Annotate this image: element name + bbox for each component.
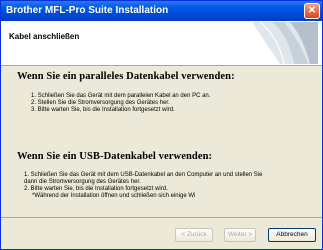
usb-note: *Während der Installation öffnen und sch… <box>32 193 196 199</box>
wizard-footer: < Zurück Weiter > Abbrechen <box>1 217 322 249</box>
parallel-step: 2. Stellen Sie die Stromversorgung des G… <box>31 100 170 106</box>
parallel-step: 3. Bitte warten Sie, bis die Installatio… <box>31 107 175 113</box>
close-icon: ✕ <box>307 5 317 16</box>
parallel-step: 1. Schließen Sie das Gerät mit dem paral… <box>31 93 211 99</box>
next-button[interactable]: Weiter > <box>224 228 256 242</box>
usb-step: 1. Schließen Sie das Gerät mit dem USB-D… <box>24 172 263 178</box>
installer-window: Brother MFL-Pro Suite Installation ✕ Kab… <box>0 0 323 250</box>
cancel-button[interactable]: Abbrechen <box>268 228 316 242</box>
page-title: Kabel anschließen <box>9 32 80 41</box>
close-button[interactable]: ✕ <box>304 3 320 19</box>
window-title: Brother MFL-Pro Suite Installation <box>6 5 169 16</box>
wizard-content: Wenn Sie ein paralleles Datenkabel verwe… <box>1 66 322 216</box>
usb-steps: 1. Schließen Sie das Gerät mit dem USB-D… <box>24 172 314 200</box>
usb-step: dann die Stromversorgung des Gerätes her… <box>24 179 141 185</box>
installer-graphic-icon <box>252 22 318 64</box>
back-button[interactable]: < Zurück <box>175 228 213 242</box>
usb-heading: Wenn Sie ein USB-Datenkabel verwenden: <box>17 151 213 162</box>
parallel-steps: 1. Schließen Sie das Gerät mit dem paral… <box>31 93 210 114</box>
title-bar: Brother MFL-Pro Suite Installation ✕ <box>1 1 322 21</box>
parallel-heading: Wenn Sie ein paralleles Datenkabel verwe… <box>17 71 235 82</box>
usb-step: 2. Bitte warten Sie, bis die Installatio… <box>24 186 168 192</box>
wizard-header: Kabel anschließen <box>1 21 322 66</box>
